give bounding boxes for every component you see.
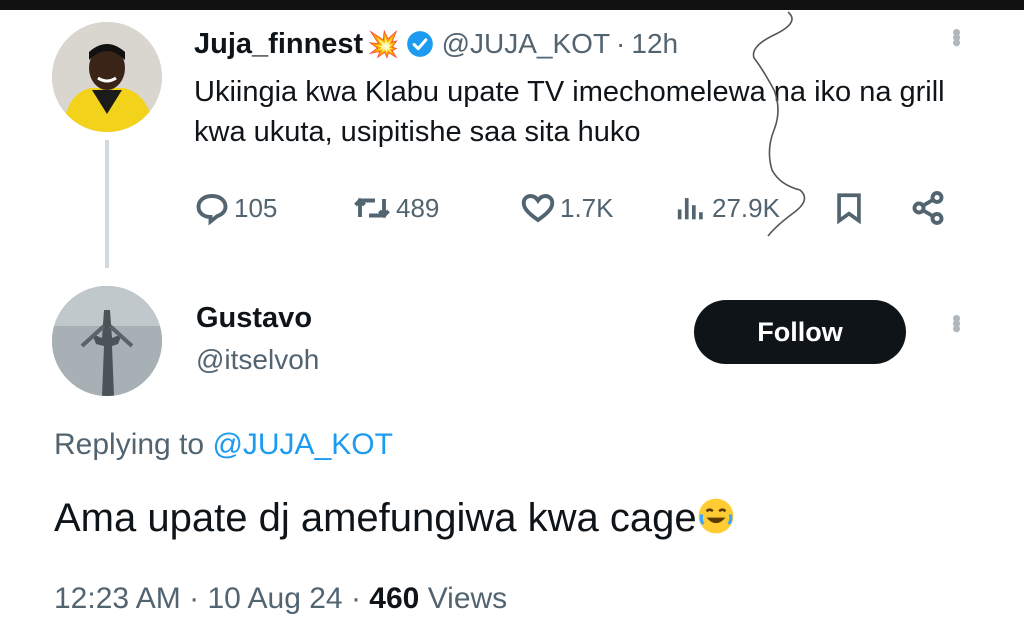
replying-prefix: Replying to (54, 428, 205, 461)
parent-timestamp[interactable]: 12h (631, 28, 678, 59)
repost-count: 489 (396, 192, 440, 223)
like-icon (521, 194, 555, 223)
views-icon (677, 198, 703, 220)
reply-icon (196, 194, 228, 226)
bookmark-icon (837, 193, 861, 225)
parent-display-name[interactable]: Juja_finnest (194, 28, 363, 61)
reply-count: 105 (234, 192, 278, 223)
views-count-parent: 27.9K (712, 192, 780, 223)
reply-avatar[interactable] (52, 286, 162, 396)
repost-icon (354, 197, 390, 219)
parent-avatar[interactable] (52, 22, 162, 132)
verified-badge-icon (406, 31, 433, 57)
meta-separator-2: · (350, 582, 361, 615)
reply-more-icon[interactable]: ••• (942, 314, 972, 329)
reply-handle[interactable]: @itselvoh (196, 344, 319, 376)
laughing-emoji-icon (698, 498, 734, 534)
like-action[interactable]: 1.7K (520, 186, 614, 230)
reply-date[interactable]: 10 Aug 24 (207, 582, 342, 615)
views-action[interactable]: 27.9K (674, 186, 780, 230)
parent-action-bar: 105 489 1.7K 27.9K (194, 186, 954, 230)
follow-button[interactable]: Follow (694, 300, 906, 364)
reply-text-content: Ama upate dj amefungiwa kwa cage (54, 496, 697, 540)
reply-tweet-text: Ama upate dj amefungiwa kwa cage (54, 496, 735, 541)
burst-emoji-icon: 💥 (367, 29, 400, 59)
thread-connector-line (105, 140, 109, 268)
replying-to-line: Replying to @JUJA_KOT (54, 428, 393, 462)
parent-handle[interactable]: @JUJA_KOT (442, 28, 610, 59)
reply-meta-line: 12:23 AM · 10 Aug 24 · 460 Views (54, 582, 507, 616)
reply-time[interactable]: 12:23 AM (54, 582, 181, 615)
repost-action[interactable]: 489 (352, 186, 439, 230)
reply-views-label: Views (427, 582, 508, 615)
handle-time-separator: · (616, 28, 626, 59)
reply-display-name[interactable]: Gustavo (196, 302, 312, 335)
parent-tweet-text: Ukiingia kwa Klabu upate TV imechomelewa… (194, 76, 945, 148)
top-edge-bar (0, 0, 1024, 10)
reply-action[interactable]: 105 (194, 186, 277, 230)
like-count: 1.7K (560, 192, 614, 223)
reply-views-count: 460 (369, 582, 420, 615)
share-icon (912, 191, 944, 225)
parent-author-row: Juja_finnest 💥 @JUJA_KOT · 12h (194, 26, 678, 62)
meta-separator-1: · (189, 582, 200, 615)
bookmark-action[interactable] (832, 186, 866, 230)
parent-more-icon[interactable]: ••• (942, 28, 972, 43)
share-action[interactable] (910, 186, 946, 230)
replying-to-mention[interactable]: @JUJA_KOT (212, 428, 392, 461)
